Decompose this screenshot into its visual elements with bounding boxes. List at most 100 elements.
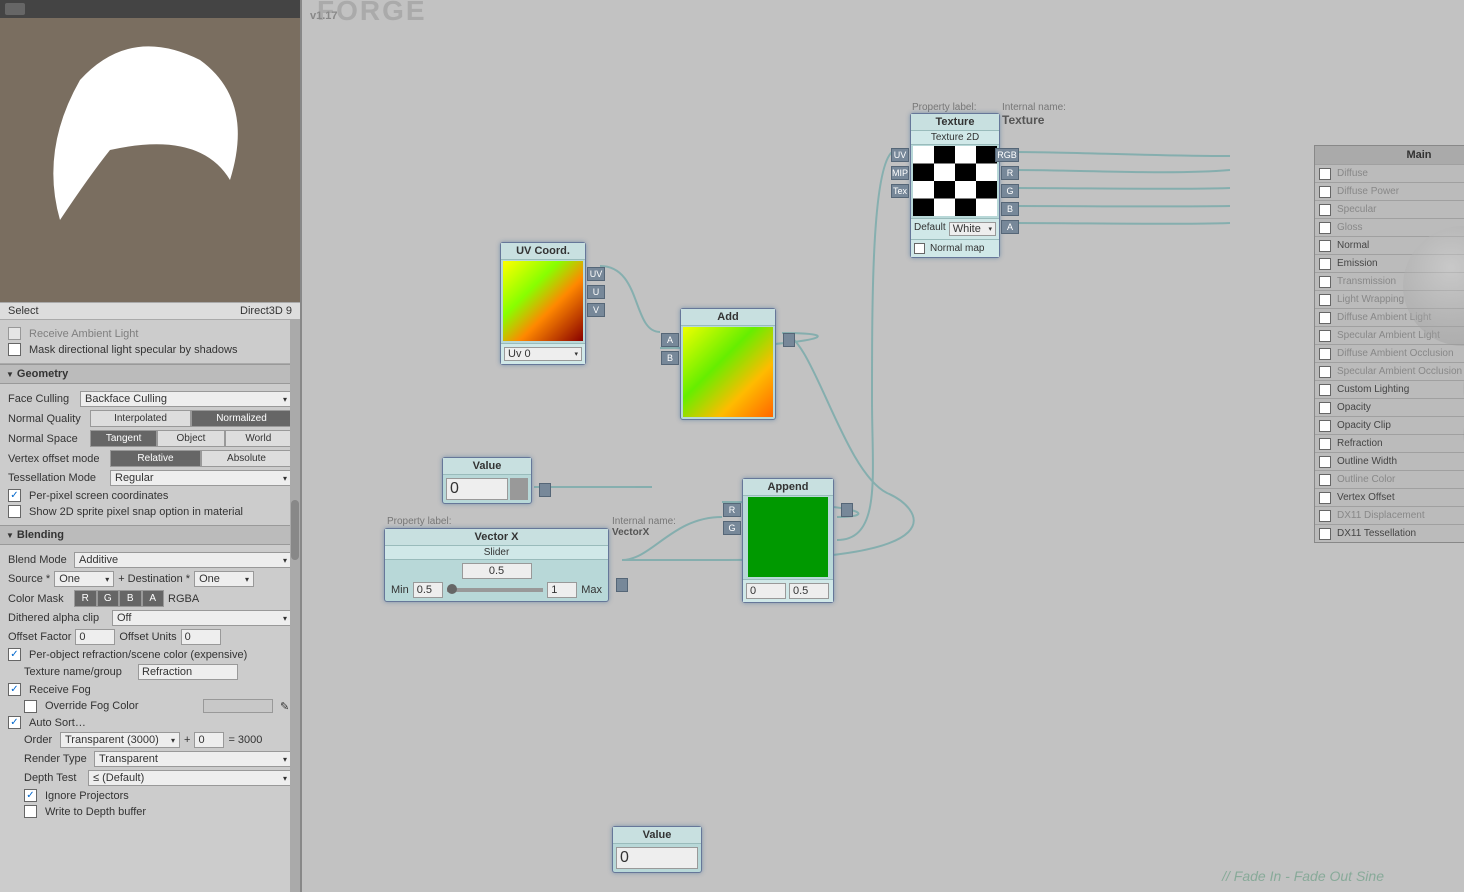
value1-input[interactable]: [446, 478, 508, 500]
render-type-dropdown[interactable]: Transparent: [94, 751, 292, 767]
append-port-out[interactable]: [841, 503, 853, 517]
geometry-header[interactable]: Geometry: [0, 364, 300, 384]
output-row-vertex-offset[interactable]: Vertex Offset: [1315, 488, 1464, 506]
override-fog-checkbox[interactable]: [24, 700, 37, 713]
output-checkbox[interactable]: [1319, 420, 1331, 432]
value1-port-out[interactable]: [539, 483, 551, 497]
value-node-1[interactable]: Value: [442, 457, 532, 504]
mask-g[interactable]: G: [97, 590, 120, 607]
auto-sort-checkbox[interactable]: [8, 716, 21, 729]
tex-port-uv[interactable]: UV: [891, 148, 909, 162]
mask-checkbox[interactable]: [8, 343, 21, 356]
value1-slider-icon[interactable]: [510, 478, 528, 500]
output-checkbox[interactable]: [1319, 276, 1331, 288]
select-label[interactable]: Select: [8, 305, 39, 317]
output-checkbox[interactable]: [1319, 258, 1331, 270]
output-checkbox[interactable]: [1319, 474, 1331, 486]
object-toggle[interactable]: Object: [157, 430, 224, 447]
tex-port-mip[interactable]: MIP: [891, 166, 909, 180]
output-checkbox[interactable]: [1319, 366, 1331, 378]
output-row-diffuse-ambient-light[interactable]: Diffuse Ambient Light: [1315, 308, 1464, 326]
tex-default-dropdown[interactable]: White: [949, 222, 996, 236]
output-checkbox[interactable]: [1319, 204, 1331, 216]
preview-camera-icon[interactable]: [5, 3, 25, 15]
tess-dropdown[interactable]: Regular: [110, 470, 292, 486]
append-val1[interactable]: [746, 583, 786, 599]
fog-color-swatch[interactable]: [203, 699, 273, 713]
output-row-diffuse-power[interactable]: Diffuse Power: [1315, 182, 1464, 200]
output-checkbox[interactable]: [1319, 186, 1331, 198]
output-checkbox[interactable]: [1319, 168, 1331, 180]
relative-toggle[interactable]: Relative: [110, 450, 201, 467]
uv-coord-node[interactable]: UV Coord. UV U V Uv 0: [500, 242, 586, 365]
offset-factor-input[interactable]: [75, 629, 115, 645]
output-row-outline-width[interactable]: Outline Width: [1315, 452, 1464, 470]
output-row-opacity-clip[interactable]: Opacity Clip: [1315, 416, 1464, 434]
inspector-scrollbar[interactable]: [290, 320, 300, 892]
absolute-toggle[interactable]: Absolute: [201, 450, 292, 467]
append-port-r[interactable]: R: [723, 503, 741, 517]
add-node[interactable]: Add A B: [680, 308, 776, 420]
refraction-checkbox[interactable]: [8, 648, 21, 661]
per-pixel-checkbox[interactable]: [8, 489, 21, 502]
dithered-dropdown[interactable]: Off: [112, 610, 292, 626]
tex-port-g[interactable]: G: [1001, 184, 1019, 198]
output-row-specular-ambient-light[interactable]: Specular Ambient Light: [1315, 326, 1464, 344]
output-row-light-wrapping[interactable]: Light Wrapping: [1315, 290, 1464, 308]
blending-header[interactable]: Blending: [0, 525, 300, 545]
output-checkbox[interactable]: [1319, 402, 1331, 414]
ignore-proj-checkbox[interactable]: [24, 789, 37, 802]
tangent-toggle[interactable]: Tangent: [90, 430, 157, 447]
output-checkbox[interactable]: [1319, 528, 1331, 540]
output-checkbox[interactable]: [1319, 330, 1331, 342]
append-port-g[interactable]: G: [723, 521, 741, 535]
output-row-diffuse-ambient-occlusion[interactable]: Diffuse Ambient Occlusion: [1315, 344, 1464, 362]
output-row-specular[interactable]: Specular: [1315, 200, 1464, 218]
vectorx-min-input[interactable]: [413, 582, 443, 598]
mask-b[interactable]: B: [119, 590, 142, 607]
uv-port-u[interactable]: U: [587, 285, 605, 299]
output-checkbox[interactable]: [1319, 312, 1331, 324]
output-row-opacity[interactable]: Opacity: [1315, 398, 1464, 416]
output-checkbox[interactable]: [1319, 222, 1331, 234]
tex-name-input[interactable]: [138, 664, 238, 680]
face-culling-dropdown[interactable]: Backface Culling: [80, 391, 292, 407]
order-input[interactable]: [194, 732, 224, 748]
output-row-emission[interactable]: Emission: [1315, 254, 1464, 272]
output-checkbox[interactable]: [1319, 456, 1331, 468]
vectorx-value-input[interactable]: [462, 563, 532, 579]
output-checkbox[interactable]: [1319, 384, 1331, 396]
value2-input[interactable]: [616, 847, 698, 869]
output-checkbox[interactable]: [1319, 294, 1331, 306]
output-row-normal[interactable]: Normal: [1315, 236, 1464, 254]
value-node-2[interactable]: Value: [612, 826, 702, 873]
texture-node[interactable]: Texture Texture 2D UV MIP Tex RGB R G B …: [910, 113, 1000, 258]
fog-checkbox[interactable]: [8, 683, 21, 696]
interpolated-toggle[interactable]: Interpolated: [90, 410, 191, 427]
add-port-b[interactable]: B: [661, 351, 679, 365]
node-canvas[interactable]: FORGE v1.17 UV Coord. UV U V Uv 0 Add: [302, 0, 1464, 892]
vectorx-port-out[interactable]: [616, 578, 628, 592]
blend-mode-dropdown[interactable]: Additive: [74, 552, 292, 568]
normalized-toggle[interactable]: Normalized: [191, 410, 292, 427]
output-row-transmission[interactable]: Transmission: [1315, 272, 1464, 290]
dest-dropdown[interactable]: One: [194, 571, 254, 587]
tex-port-r[interactable]: R: [1001, 166, 1019, 180]
append-val2[interactable]: [789, 583, 829, 599]
tex-port-a[interactable]: A: [1001, 220, 1019, 234]
add-port-out[interactable]: [783, 333, 795, 347]
show-2d-checkbox[interactable]: [8, 505, 21, 518]
output-row-outline-color[interactable]: Outline Color: [1315, 470, 1464, 488]
vectorx-max-input[interactable]: [547, 582, 577, 598]
uv-port-uv[interactable]: UV: [587, 267, 605, 281]
output-checkbox[interactable]: [1319, 492, 1331, 504]
output-checkbox[interactable]: [1319, 348, 1331, 360]
source-dropdown[interactable]: One: [54, 571, 114, 587]
uv-channel-dropdown[interactable]: Uv 0: [504, 347, 582, 361]
output-checkbox[interactable]: [1319, 510, 1331, 522]
output-row-gloss[interactable]: Gloss: [1315, 218, 1464, 236]
output-row-custom-lighting[interactable]: Custom Lighting: [1315, 380, 1464, 398]
write-depth-checkbox[interactable]: [24, 805, 37, 818]
uv-port-v[interactable]: V: [587, 303, 605, 317]
output-row-dx11-tessellation[interactable]: DX11 Tessellation: [1315, 524, 1464, 542]
